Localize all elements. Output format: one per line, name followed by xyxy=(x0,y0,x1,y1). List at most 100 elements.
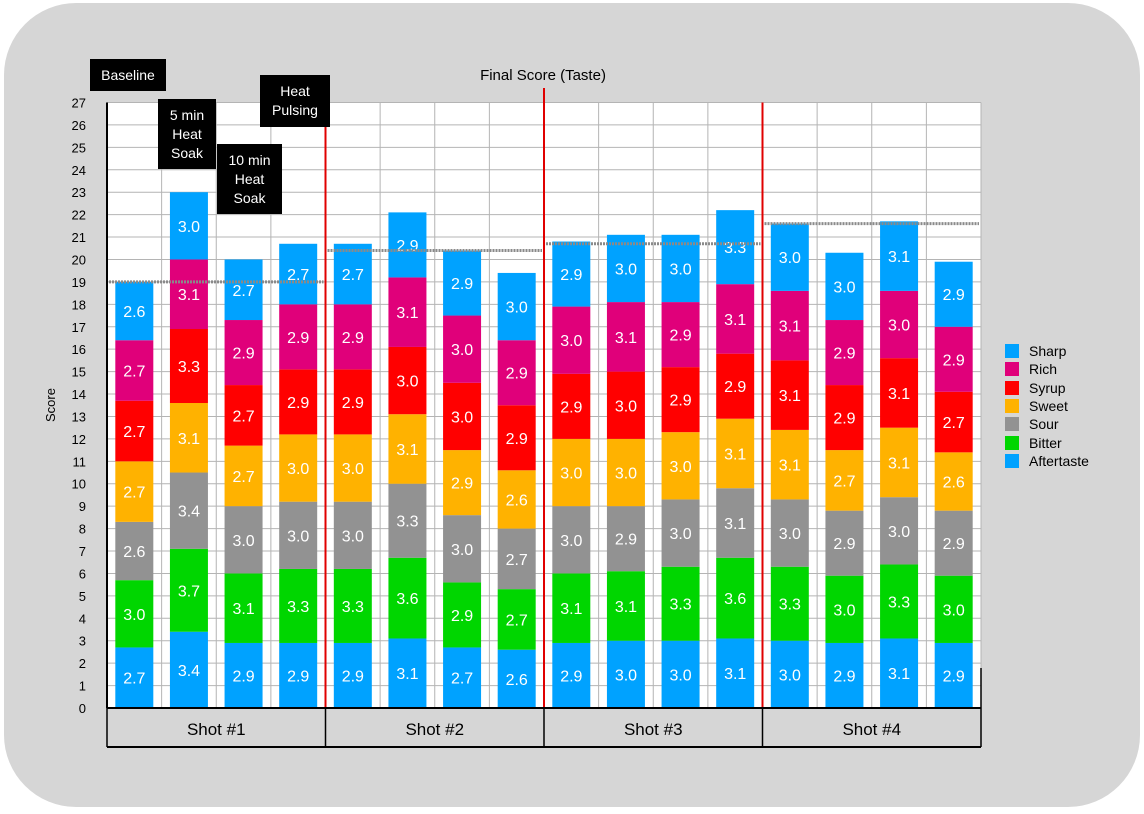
data-label: 3.0 xyxy=(396,374,418,391)
legend-swatch xyxy=(1005,362,1019,377)
y-tick-label: 26 xyxy=(72,118,86,133)
legend-item-rich: Rich xyxy=(1005,360,1089,378)
legend-label: Syrup xyxy=(1029,379,1066,396)
y-tick-label: 23 xyxy=(72,185,86,200)
legend-label: Sweet xyxy=(1029,398,1068,415)
legend-item-syrup: Syrup xyxy=(1005,379,1089,397)
data-label: 2.9 xyxy=(506,366,528,383)
y-tick-label: 18 xyxy=(72,297,86,312)
data-label: 2.7 xyxy=(123,424,145,441)
data-label: 3.0 xyxy=(178,219,200,236)
data-label: 3.0 xyxy=(779,667,801,684)
legend-item-sharp: Sharp xyxy=(1005,342,1089,360)
y-tick-label: 8 xyxy=(79,522,86,537)
data-label: 2.6 xyxy=(123,544,145,561)
data-label: 3.0 xyxy=(779,526,801,543)
data-label: 3.0 xyxy=(615,466,637,483)
data-label: 2.9 xyxy=(342,330,364,347)
data-label: 3.1 xyxy=(396,442,418,459)
y-tick-label: 7 xyxy=(79,544,86,559)
x-group-label: Shot #3 xyxy=(624,720,683,739)
data-label: 3.3 xyxy=(342,599,364,616)
y-tick-label: 6 xyxy=(79,566,86,581)
data-label: 3.0 xyxy=(451,342,473,359)
data-label: 3.0 xyxy=(560,533,582,550)
data-label: 2.6 xyxy=(506,672,528,689)
data-label: 3.1 xyxy=(724,666,746,683)
annotation-line: 5 min xyxy=(169,106,205,123)
y-tick-label: 4 xyxy=(79,611,86,626)
data-label: 2.9 xyxy=(342,668,364,685)
data-label: 2.9 xyxy=(506,431,528,448)
data-label: 3.3 xyxy=(178,359,200,376)
y-tick-label: 13 xyxy=(72,409,86,424)
chart-title: Final Score (Taste) xyxy=(480,67,606,84)
data-label: 3.0 xyxy=(943,602,965,619)
data-label: 3.1 xyxy=(232,601,254,618)
data-label: 3.4 xyxy=(178,663,200,680)
y-tick-label: 5 xyxy=(79,589,86,604)
data-label: 2.9 xyxy=(724,379,746,396)
data-label: 3.0 xyxy=(560,333,582,350)
y-tick-label: 11 xyxy=(73,454,87,469)
y-axis-label: Score xyxy=(43,388,58,422)
data-label: 2.7 xyxy=(123,671,145,688)
data-label: 3.1 xyxy=(724,312,746,329)
annotation-5-min-heat-soak: 5 min Heat Soak xyxy=(158,99,216,169)
data-label: 3.0 xyxy=(669,261,691,278)
data-label: 3.4 xyxy=(178,504,200,521)
data-label: 3.0 xyxy=(287,461,309,478)
data-label: 2.9 xyxy=(615,532,637,549)
annotation-line: Baseline xyxy=(101,66,155,83)
y-tick-label: 15 xyxy=(72,365,86,380)
data-label: 2.9 xyxy=(943,287,965,304)
annotation-heat-pulsing: Heat Pulsing xyxy=(260,75,330,127)
x-group-label: Shot #2 xyxy=(405,720,464,739)
data-label: 2.9 xyxy=(232,346,254,363)
legend-label: Sour xyxy=(1029,416,1059,433)
data-label: 3.0 xyxy=(833,602,855,619)
data-label: 3.0 xyxy=(287,528,309,545)
data-label: 2.6 xyxy=(123,304,145,321)
data-label: 2.9 xyxy=(943,668,965,685)
y-tick-label: 24 xyxy=(72,163,86,178)
data-label: 2.9 xyxy=(560,267,582,284)
data-label: 3.0 xyxy=(560,466,582,483)
data-label: 2.7 xyxy=(123,363,145,380)
data-label: 2.9 xyxy=(560,399,582,416)
data-label: 3.6 xyxy=(724,591,746,608)
data-label: 2.7 xyxy=(943,415,965,432)
annotation-line: Pulsing xyxy=(272,102,318,118)
annotation-line: Heat xyxy=(280,83,310,99)
data-label: 3.1 xyxy=(178,431,200,448)
data-label: 3.0 xyxy=(615,398,637,415)
data-label: 2.9 xyxy=(451,476,473,493)
x-group-label: Shot #4 xyxy=(842,720,901,739)
data-label: 2.7 xyxy=(506,612,528,629)
legend-item-bitter: Bitter xyxy=(1005,433,1089,451)
data-label: 2.7 xyxy=(342,267,364,284)
data-label: 2.7 xyxy=(232,469,254,486)
data-label: 2.7 xyxy=(833,473,855,490)
data-label: 3.0 xyxy=(669,459,691,476)
data-label: 3.1 xyxy=(396,666,418,683)
data-label: 3.1 xyxy=(779,458,801,475)
data-label: 2.7 xyxy=(232,408,254,425)
data-label: 2.7 xyxy=(451,671,473,688)
data-label: 3.0 xyxy=(669,667,691,684)
data-label: 3.0 xyxy=(232,533,254,550)
legend-swatch xyxy=(1005,399,1019,414)
data-label: 3.0 xyxy=(123,607,145,624)
legend-label: Rich xyxy=(1029,361,1058,378)
legend-item-sour: Sour xyxy=(1005,415,1089,433)
data-label: 2.9 xyxy=(287,330,309,347)
data-label: 3.1 xyxy=(779,319,801,336)
legend-item-sweet: Sweet xyxy=(1005,397,1089,415)
y-tick-label: 10 xyxy=(72,477,86,492)
data-label: 3.3 xyxy=(888,594,910,611)
annotation-line: Heat xyxy=(172,125,202,142)
data-label: 3.1 xyxy=(888,455,910,472)
y-tick-label: 19 xyxy=(72,275,86,290)
annotation-line: Heat xyxy=(234,170,265,187)
legend-label: Aftertaste xyxy=(1029,452,1089,469)
